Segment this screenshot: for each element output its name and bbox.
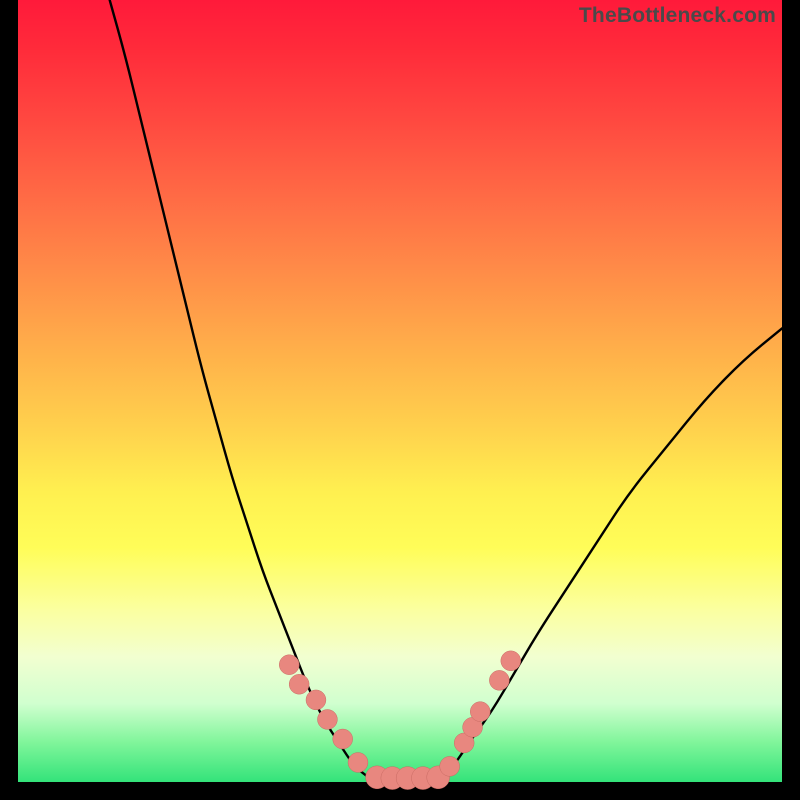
data-marker: [440, 756, 460, 776]
chart-svg: [18, 0, 782, 782]
data-marker: [279, 655, 299, 675]
data-marker: [489, 670, 509, 690]
marker-group: [279, 651, 520, 790]
data-marker: [470, 702, 490, 722]
data-marker: [501, 651, 521, 671]
data-marker: [289, 674, 309, 694]
data-marker: [348, 753, 368, 773]
data-marker: [317, 710, 337, 730]
data-marker: [306, 690, 326, 710]
data-marker: [333, 729, 353, 749]
watermark-text: TheBottleneck.com: [579, 4, 776, 28]
chart-frame: TheBottleneck.com: [18, 0, 782, 782]
left-curve: [110, 0, 370, 778]
